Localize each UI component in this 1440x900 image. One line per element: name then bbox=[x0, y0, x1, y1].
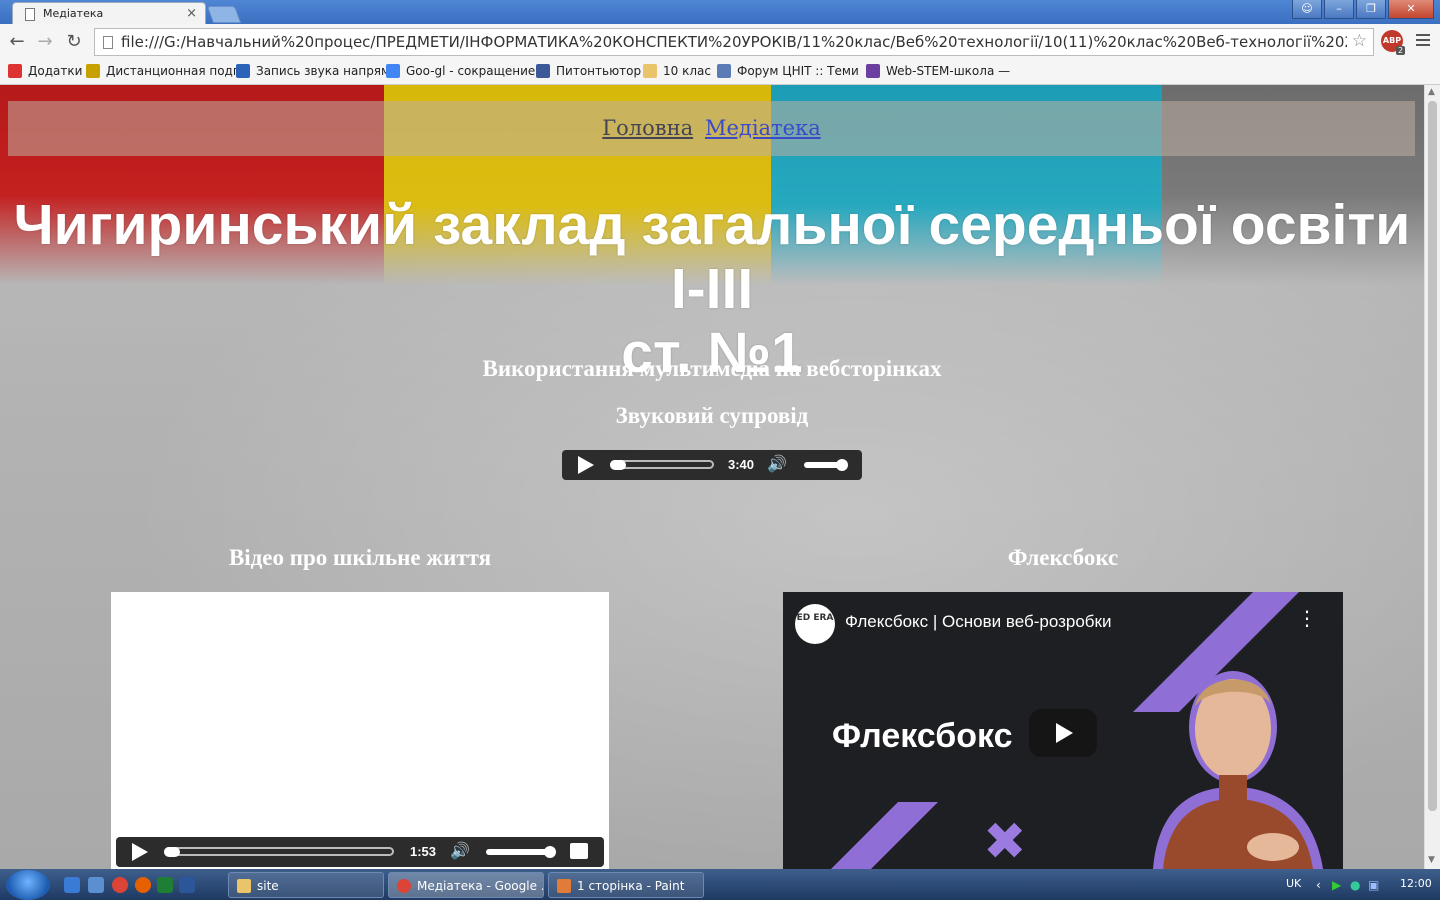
chrome-icon bbox=[397, 879, 411, 893]
window-title-bar: Медіатека × ☺ – ❐ ✕ bbox=[0, 0, 1440, 25]
scrollbar-thumb[interactable] bbox=[1428, 101, 1437, 811]
chrome-menu-icon[interactable] bbox=[1416, 34, 1430, 49]
page-title-line1: Чигиринський заклад загальної середньої … bbox=[13, 193, 1411, 321]
video-progress-knob[interactable] bbox=[164, 847, 180, 857]
decor-x-icon: ✖ bbox=[983, 812, 1027, 869]
reload-icon[interactable]: ↻ bbox=[63, 31, 85, 53]
tab-close-icon[interactable]: × bbox=[186, 6, 197, 21]
thumbnail-title: Флексбокс bbox=[832, 717, 1013, 755]
video-left-heading: Відео про шкільне життя bbox=[228, 545, 492, 570]
taskbar-item[interactable]: Медіатека - Google ... bbox=[388, 872, 544, 898]
bookmark-item[interactable]: Goo-gl - сокращение bbox=[386, 64, 535, 78]
youtube-video-title[interactable]: Флексбокс | Основи веб-розробки bbox=[845, 612, 1111, 632]
forward-arrow-icon[interactable]: → bbox=[34, 31, 56, 53]
apps-grid-icon bbox=[8, 64, 22, 78]
bookmarks-bar: Додатки Дистанционная подг Запись звука … bbox=[0, 60, 1440, 85]
page-icon bbox=[25, 8, 35, 21]
video-volume-slider[interactable] bbox=[486, 849, 552, 855]
site-nav: Головна Медіатека bbox=[8, 101, 1415, 156]
bookmark-star-icon[interactable]: ☆ bbox=[1352, 31, 1367, 51]
audio-heading: Звуковий супровід bbox=[615, 403, 809, 428]
play-icon[interactable] bbox=[578, 456, 594, 474]
tray-app-icon[interactable]: ● bbox=[1350, 878, 1360, 892]
web-stem-icon bbox=[866, 64, 880, 78]
chrome-icon[interactable] bbox=[112, 877, 128, 893]
address-bar[interactable]: file:///G:/Навчальний%20процес/ПРЕДМЕТИ/… bbox=[94, 28, 1374, 56]
taskbar-item[interactable]: 1 сторінка - Paint bbox=[548, 872, 704, 898]
video-volume-knob[interactable] bbox=[544, 846, 556, 858]
video-controls[interactable]: 1:53 🔊 bbox=[116, 837, 604, 867]
mic-icon bbox=[236, 64, 250, 78]
bookmark-item[interactable]: 10 клас bbox=[643, 64, 711, 78]
nav-link-home[interactable]: Головна bbox=[602, 116, 693, 140]
audio-volume-knob[interactable] bbox=[836, 459, 848, 471]
audio-progress-knob[interactable] bbox=[610, 460, 626, 470]
video-play-icon[interactable] bbox=[132, 843, 148, 861]
bookmark-item[interactable]: Запись звука напрям bbox=[236, 64, 390, 78]
adblock-badge: 2 bbox=[1396, 46, 1406, 55]
restore-button[interactable]: ❐ bbox=[1356, 0, 1386, 19]
folder-icon bbox=[237, 879, 251, 893]
bookmark-item[interactable]: Дистанционная подг bbox=[86, 64, 239, 78]
start-button[interactable] bbox=[6, 870, 50, 900]
bookmark-item[interactable]: Форум ЦНІТ :: Теми bbox=[717, 64, 859, 78]
browser-tab[interactable]: Медіатека × bbox=[12, 2, 206, 25]
window-switch-icon[interactable] bbox=[88, 877, 104, 893]
tray-expand-icon[interactable]: ‹ bbox=[1316, 878, 1321, 892]
youtube-embed[interactable]: ✖ ED ERA Флексбокс | Основи веб-розробки… bbox=[783, 592, 1343, 869]
python-icon bbox=[536, 64, 550, 78]
volume-icon[interactable]: 🔊 bbox=[767, 454, 787, 473]
more-options-icon[interactable]: ⋮ bbox=[1297, 608, 1317, 628]
taskbar-item[interactable]: site bbox=[228, 872, 384, 898]
audio-time: 3:40 bbox=[728, 457, 755, 472]
scroll-down-arrow-icon[interactable]: ▼ bbox=[1428, 855, 1435, 865]
scroll-up-arrow-icon[interactable]: ▲ bbox=[1428, 87, 1435, 97]
page-scrollbar[interactable]: ▲ ▼ bbox=[1424, 85, 1440, 869]
channel-logo[interactable]: ED ERA bbox=[795, 604, 835, 644]
bookmark-item[interactable]: Додатки bbox=[8, 64, 82, 78]
school-icon bbox=[86, 64, 100, 78]
presenter-image bbox=[1153, 671, 1323, 869]
user-icon[interactable]: ☺ bbox=[1292, 0, 1322, 19]
forum-icon bbox=[717, 64, 731, 78]
video-progress-track[interactable] bbox=[164, 847, 394, 856]
nav-link-mediateka[interactable]: Медіатека bbox=[705, 116, 821, 140]
tab-title: Медіатека bbox=[43, 7, 104, 20]
show-desktop-icon[interactable] bbox=[64, 877, 80, 893]
audio-player[interactable]: 3:40 🔊 bbox=[562, 450, 862, 480]
page-icon bbox=[103, 36, 113, 49]
folder-icon bbox=[643, 64, 657, 78]
bookmark-item[interactable]: Питонтьютор bbox=[536, 64, 641, 78]
video-right-heading: Флексбокс bbox=[1007, 545, 1119, 570]
network-icon[interactable]: ▣ bbox=[1368, 878, 1379, 892]
firefox-icon[interactable] bbox=[135, 877, 151, 893]
tray-play-icon[interactable]: ▶ bbox=[1332, 878, 1341, 892]
subtitle: Використання мультимедіа на вебсторінках bbox=[482, 356, 942, 381]
windows-taskbar bbox=[0, 869, 1440, 900]
google-icon bbox=[386, 64, 400, 78]
excel-icon[interactable] bbox=[157, 877, 173, 893]
youtube-play-button[interactable] bbox=[1029, 709, 1097, 757]
video-volume-icon[interactable]: 🔊 bbox=[450, 841, 470, 860]
video-time: 1:53 bbox=[410, 844, 437, 859]
url-text[interactable]: file:///G:/Навчальний%20процес/ПРЕДМЕТИ/… bbox=[121, 33, 1347, 51]
bookmark-item[interactable]: Web-STEM-школа — bbox=[866, 64, 1010, 78]
new-tab-button[interactable] bbox=[206, 6, 242, 23]
minimize-button[interactable]: – bbox=[1324, 0, 1354, 19]
close-window-button[interactable]: ✕ bbox=[1388, 0, 1434, 19]
language-indicator[interactable]: UK bbox=[1286, 877, 1301, 890]
fullscreen-icon[interactable] bbox=[570, 843, 588, 859]
clock[interactable]: 12:00 bbox=[1400, 877, 1432, 890]
back-arrow-icon[interactable]: ← bbox=[6, 31, 28, 53]
word-icon[interactable] bbox=[179, 877, 195, 893]
paint-icon bbox=[557, 879, 571, 893]
school-video[interactable] bbox=[111, 592, 609, 869]
browser-toolbar: ← → ↻ file:///G:/Навчальний%20процес/ПРЕ… bbox=[0, 24, 1440, 61]
decor-stripe bbox=[788, 802, 938, 869]
page-viewport: Головна Медіатека Чигиринський заклад за… bbox=[0, 85, 1424, 869]
